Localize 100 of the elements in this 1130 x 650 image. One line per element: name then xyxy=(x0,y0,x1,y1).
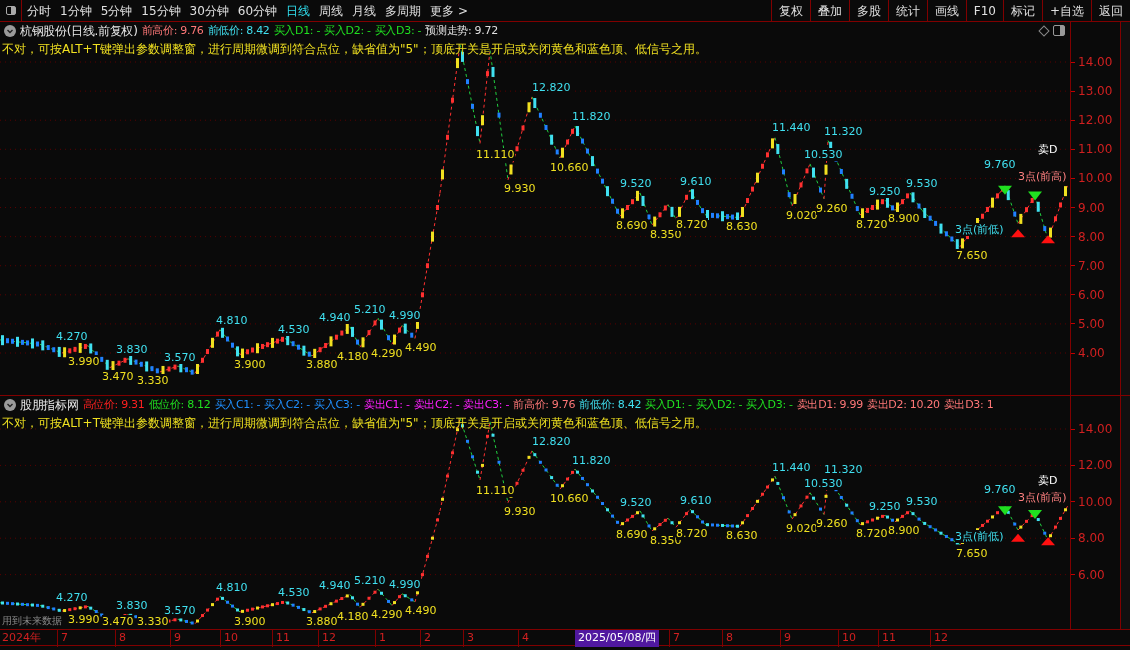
buy-triangle-icon xyxy=(1011,533,1025,542)
axis-label: 13.00 xyxy=(1078,84,1113,99)
month-label: 4 xyxy=(518,630,529,647)
axis-label: 12.00 xyxy=(1078,458,1113,473)
price-label: 9.610 xyxy=(680,174,712,188)
month-label: 11 xyxy=(272,630,290,647)
axis-label: 8.00 xyxy=(1078,531,1105,546)
price-label: 4.490 xyxy=(405,340,437,354)
month-label: 7 xyxy=(669,630,680,647)
period-tab[interactable]: 60分钟 xyxy=(237,1,278,20)
price-label: 3.880 xyxy=(306,615,338,628)
hint-text: 不对，可按ALT+T键弹出参数调整窗，进行周期微调到符合点位，缺省值为"5"；顶底开关是开启或关闭黄色和蓝色顶、低信号之用。 xyxy=(2,415,707,432)
price-label: 4.180 xyxy=(337,609,369,623)
price-label: 4.990 xyxy=(389,577,421,591)
chevron-circle-icon[interactable] xyxy=(4,399,16,411)
indicator-value: 卖出D3: 1 xyxy=(943,396,994,413)
indicator-value: 买入C3: - xyxy=(314,396,360,413)
price-label: 8.720 xyxy=(856,527,888,541)
toolbar-button[interactable]: 标记 xyxy=(1002,0,1042,21)
price-label: 3点(前低) xyxy=(955,530,1004,544)
price-label: 9.260 xyxy=(816,201,848,215)
period-tab[interactable]: 分时 xyxy=(27,1,51,20)
indicator-value: 预测走势: 9.72 xyxy=(425,22,498,39)
buy-triangle-icon xyxy=(1011,229,1025,238)
price-label: 11.110 xyxy=(476,483,515,497)
price-label: 8.690 xyxy=(616,218,648,232)
price-label: 8.900 xyxy=(888,523,920,537)
hint-text: 不对，可按ALT+T键弹出参数调整窗，进行周期微调到符合点位，缺省值为"5"；顶底开关是开启或关闭黄色和蓝色顶、低信号之用。 xyxy=(2,41,707,58)
period-tab[interactable]: 1分钟 xyxy=(60,1,92,20)
price-label: 8.630 xyxy=(726,528,758,542)
toolbar-button[interactable]: 复权 xyxy=(770,0,810,21)
axis-label: 10.00 xyxy=(1078,494,1113,509)
buy-triangle-icon xyxy=(1041,537,1055,546)
axis-label: 9.00 xyxy=(1078,200,1105,215)
period-tab[interactable]: 15分钟 xyxy=(141,1,181,20)
price-label: 10.660 xyxy=(550,491,589,505)
panel-toggle-icon[interactable] xyxy=(1053,25,1065,36)
toolbar-button[interactable]: +自选 xyxy=(1041,0,1091,21)
price-label: 9.610 xyxy=(680,493,712,507)
axis-label: 12.00 xyxy=(1078,113,1113,128)
period-tab[interactable]: 日线 xyxy=(286,1,311,20)
indicator-value: 买入C1: - xyxy=(214,396,261,413)
price-label: 3点(前低) xyxy=(955,222,1004,236)
indicator-value: 前高价: 9.76 xyxy=(141,22,204,39)
sell-triangle-icon xyxy=(1028,510,1042,519)
price-label: 9.020 xyxy=(786,208,818,222)
price-label: 4.940 xyxy=(319,310,351,324)
pane-title: 股朋指标网 xyxy=(20,397,79,414)
price-label: 7.650 xyxy=(956,248,988,262)
price-label: 10.530 xyxy=(804,147,843,161)
period-tab[interactable]: 30分钟 xyxy=(189,1,229,20)
future-data-note: 用到未来数据 xyxy=(2,615,62,627)
period-tab[interactable]: 多周期 xyxy=(385,1,422,20)
period-tab[interactable]: 5分钟 xyxy=(100,1,133,20)
price-label: 9.520 xyxy=(620,495,652,509)
panel-toggle-icon[interactable] xyxy=(5,6,16,15)
period-tab[interactable]: 月线 xyxy=(352,1,377,20)
toolbar-button[interactable]: F10 xyxy=(965,0,1003,21)
price-label: 4.530 xyxy=(278,322,310,336)
axis-label: 6.00 xyxy=(1078,567,1105,582)
price-label: 9.260 xyxy=(816,517,848,531)
indicator-value: 卖出C1: - xyxy=(363,396,410,413)
period-tab[interactable]: 周线 xyxy=(319,1,344,20)
period-tab[interactable]: 更多 > xyxy=(430,1,468,20)
month-label: 3 xyxy=(463,630,474,647)
axis-label: 8.00 xyxy=(1078,229,1105,244)
axis-label: 5.00 xyxy=(1078,316,1105,331)
indicator-value: 买入D2: - xyxy=(695,396,743,413)
indicator-value: 买入D3: - xyxy=(374,22,422,39)
price-label: 8.720 xyxy=(676,217,708,231)
price-label: 4.940 xyxy=(319,578,351,592)
chevron-circle-icon[interactable] xyxy=(4,25,16,37)
indicator-value: 卖出D1: 9.99 xyxy=(796,396,863,413)
indicator-value: 买入C2: - xyxy=(264,396,311,413)
price-label: 8.720 xyxy=(856,217,888,231)
price-label: 3点(前高) xyxy=(1018,490,1067,504)
month-label: 10 xyxy=(838,630,856,647)
month-label: 9 xyxy=(780,630,791,647)
toolbar-button[interactable]: 多股 xyxy=(848,0,888,21)
sell-triangle-icon xyxy=(998,185,1012,195)
sell-triangle-icon xyxy=(998,506,1012,516)
price-label: 5.210 xyxy=(354,302,386,316)
price-label: 3.330 xyxy=(137,615,169,628)
cursor-date: 2025/05/08/四 xyxy=(575,630,660,647)
indicator-value: 高位价: 9.31 xyxy=(82,396,145,413)
toolbar-button[interactable]: 返回 xyxy=(1091,0,1130,21)
axis-label: 10.00 xyxy=(1078,171,1113,186)
price-label: 9.760 xyxy=(984,157,1016,171)
price-label: 10.530 xyxy=(804,477,843,491)
toolbar-button[interactable]: 统计 xyxy=(887,0,927,21)
month-label: 10 xyxy=(220,630,238,647)
indicator-value: 卖出D2: 10.20 xyxy=(866,396,940,413)
month-label: 8 xyxy=(722,630,733,647)
indicator-value: 前高价: 9.76 xyxy=(513,396,576,413)
price-label: 4.180 xyxy=(337,349,369,363)
price-label: 11.440 xyxy=(772,460,811,474)
price-label: 4.290 xyxy=(371,346,403,360)
price-label: 4.270 xyxy=(56,330,88,344)
toolbar-button[interactable]: 画线 xyxy=(926,0,966,21)
toolbar-button[interactable]: 叠加 xyxy=(809,0,849,21)
